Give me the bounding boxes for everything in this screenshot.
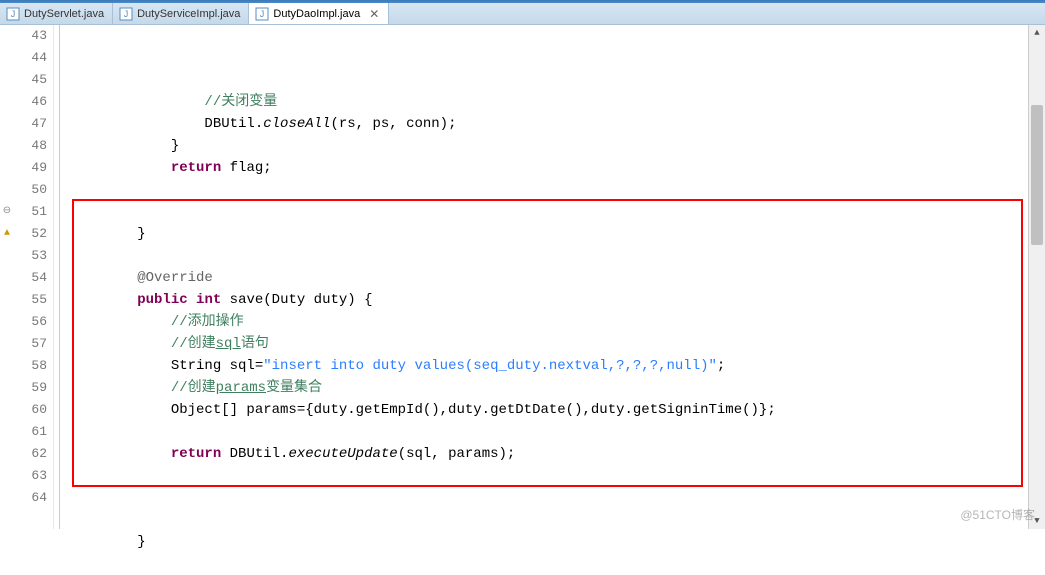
- tab-dutyserviceimpl[interactable]: J DutyServiceImpl.java: [113, 3, 249, 24]
- editor-tabs: J DutyServlet.java J DutyServiceImpl.jav…: [0, 3, 1045, 25]
- scrollbar-thumb[interactable]: [1031, 105, 1043, 245]
- scroll-up-arrow[interactable]: ▲: [1029, 25, 1045, 41]
- code-editor[interactable]: ⊖ ▲ 43 44 45 46 47 48 49 50 51 52 53 54 …: [0, 25, 1045, 529]
- watermark-text: @51CTO博客: [960, 506, 1035, 523]
- svg-text:J: J: [11, 9, 16, 19]
- tab-label: DutyServiceImpl.java: [137, 8, 240, 20]
- tab-dutydaoimpl[interactable]: J DutyDaoImpl.java ✕: [249, 3, 389, 24]
- svg-text:J: J: [260, 9, 265, 19]
- java-file-icon: J: [119, 7, 133, 21]
- tab-dutyservlet[interactable]: J DutyServlet.java: [0, 3, 113, 24]
- tab-label: DutyDaoImpl.java: [273, 8, 360, 20]
- tab-label: DutyServlet.java: [24, 8, 104, 20]
- folding-ruler: [54, 25, 66, 529]
- java-file-icon: J: [6, 7, 20, 21]
- svg-text:J: J: [124, 9, 129, 19]
- annotation-ruler: ⊖ ▲: [0, 25, 14, 529]
- java-file-icon: J: [255, 7, 269, 21]
- code-area[interactable]: //关闭变量 DBUtil.closeAll(rs, ps, conn); } …: [66, 25, 1045, 529]
- line-numbers: 43 44 45 46 47 48 49 50 51 52 53 54 55 5…: [14, 25, 54, 529]
- close-icon[interactable]: ✕: [368, 7, 380, 21]
- vertical-scrollbar[interactable]: ▲ ▼: [1028, 25, 1045, 529]
